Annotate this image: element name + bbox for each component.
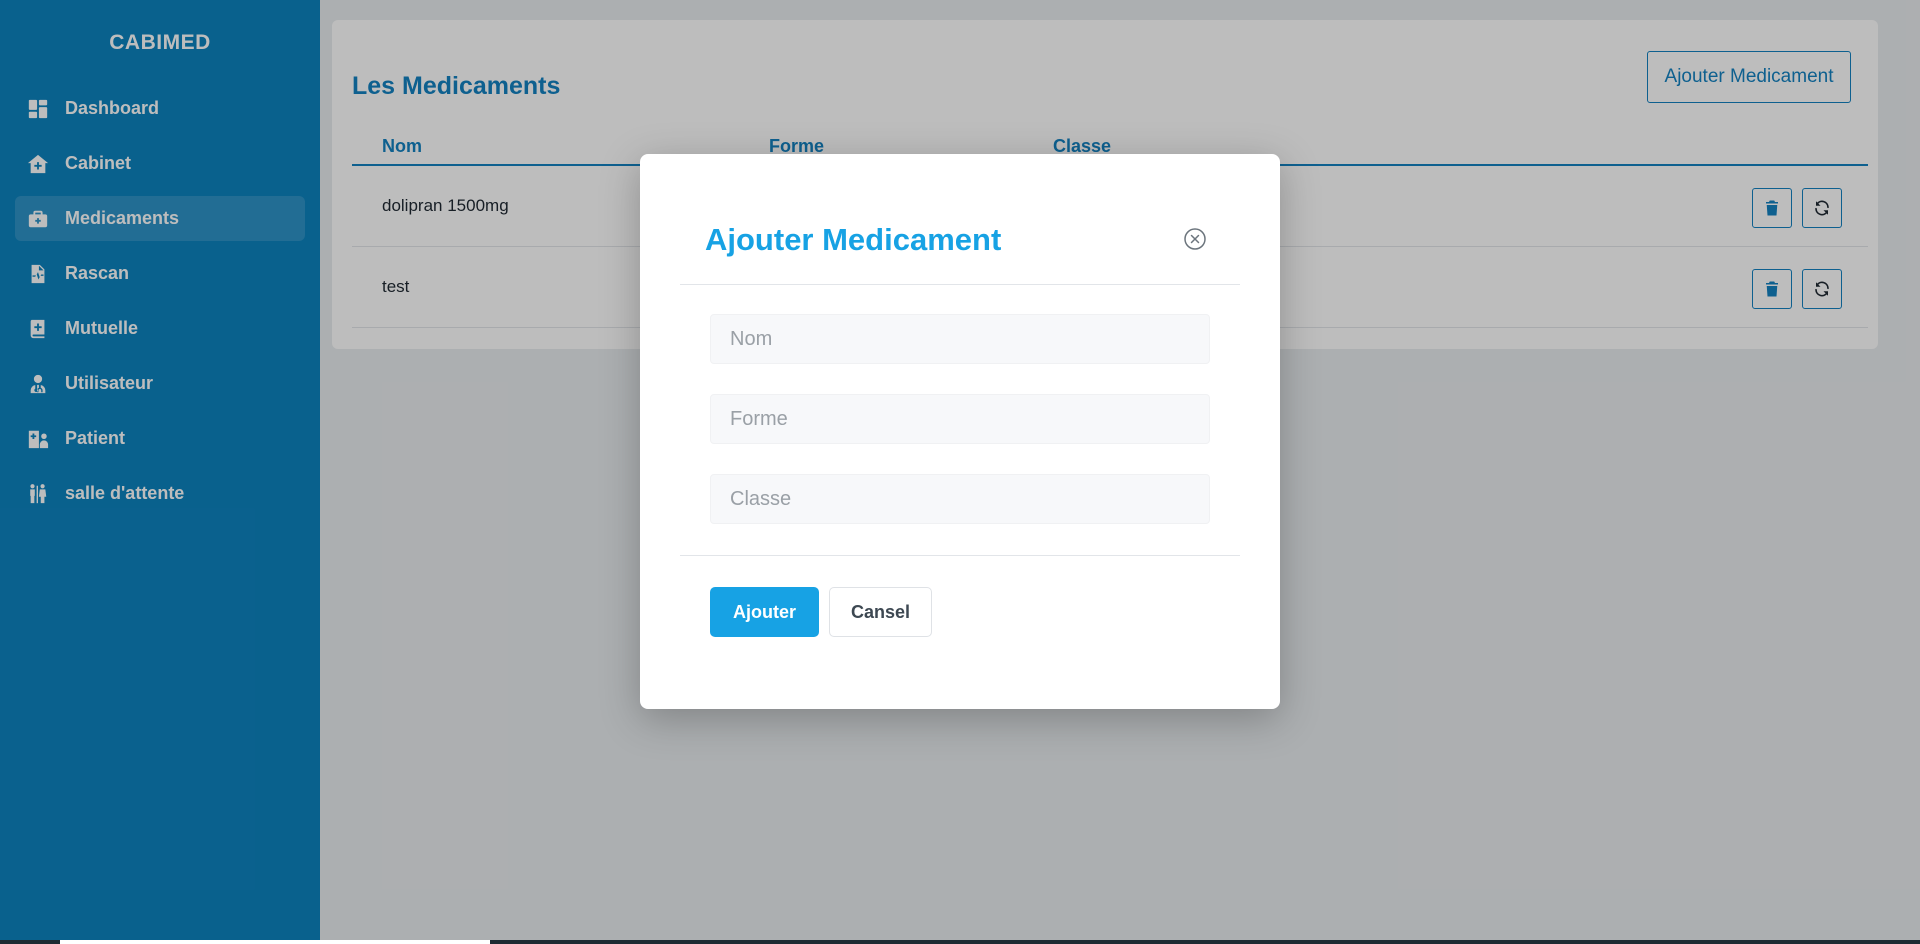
ajouter-button[interactable]: Ajouter — [710, 587, 819, 637]
cancel-button[interactable]: Cansel — [829, 587, 932, 637]
add-medicament-modal: Ajouter Medicament Ajouter Cansel — [640, 154, 1280, 709]
forme-field[interactable] — [710, 394, 1210, 444]
nom-field[interactable] — [710, 314, 1210, 364]
classe-field[interactable] — [710, 474, 1210, 524]
modal-divider — [680, 555, 1240, 556]
modal-divider — [680, 284, 1240, 285]
taskbar-strip — [0, 940, 1920, 944]
modal-title: Ajouter Medicament — [705, 222, 1002, 257]
close-icon[interactable] — [1183, 227, 1207, 251]
